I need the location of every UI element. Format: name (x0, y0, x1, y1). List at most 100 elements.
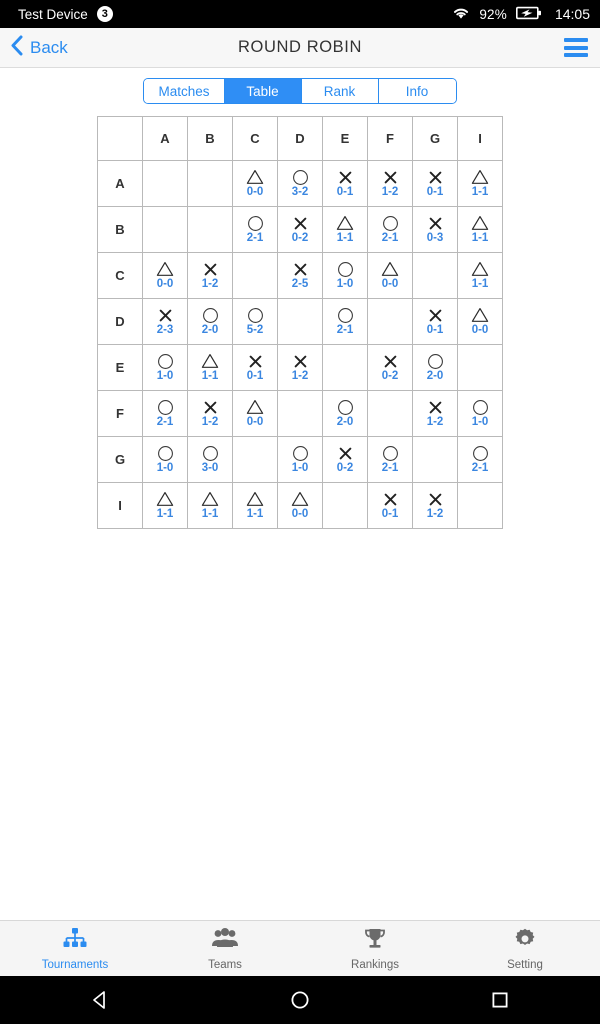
result-cell-f-i[interactable]: 1-0 (457, 390, 503, 437)
result-cell-i-b[interactable]: 1-1 (187, 482, 233, 529)
result-cell-i-d[interactable]: 0-0 (277, 482, 323, 529)
cross-result-icon (338, 169, 353, 186)
result-cell-i-g[interactable]: 1-2 (412, 482, 458, 529)
result-cell-b-d[interactable]: 0-2 (277, 206, 323, 253)
match-score: 1-2 (426, 507, 444, 520)
match-score: 1-1 (471, 185, 489, 198)
result-cell-a-e[interactable]: 0-1 (322, 160, 368, 207)
empty-cell-i-e[interactable] (322, 482, 368, 529)
result-cell-c-d[interactable]: 2-5 (277, 252, 323, 299)
result-cell-e-c[interactable]: 0-1 (232, 344, 278, 391)
result-cell-a-c[interactable]: 0-0 (232, 160, 278, 207)
back-button[interactable]: Back (0, 35, 68, 61)
result-cell-e-d[interactable]: 1-2 (277, 344, 323, 391)
bottom-tab-teams[interactable]: Teams (150, 921, 300, 976)
result-cell-f-e[interactable]: 2-0 (322, 390, 368, 437)
result-cell-i-c[interactable]: 1-1 (232, 482, 278, 529)
diagonal-cell-f-f (367, 390, 413, 437)
result-cell-d-e[interactable]: 2-1 (322, 298, 368, 345)
bottom-tab-label: Tournaments (41, 958, 109, 971)
triangle-result-icon (336, 215, 354, 232)
result-cell-g-b[interactable]: 3-0 (187, 436, 233, 483)
row-header-g: G (97, 436, 143, 483)
result-cell-b-f[interactable]: 2-1 (367, 206, 413, 253)
system-recents-button[interactable] (460, 976, 540, 1024)
empty-cell-c-g[interactable] (412, 252, 458, 299)
circle-result-icon (247, 307, 264, 324)
tab-rank[interactable]: Rank (301, 79, 379, 103)
empty-cell-a-b[interactable] (187, 160, 233, 207)
result-cell-d-i[interactable]: 0-0 (457, 298, 503, 345)
result-cell-e-f[interactable]: 0-2 (367, 344, 413, 391)
match-score: 1-2 (426, 415, 444, 428)
cross-result-icon (383, 491, 398, 508)
match-score: 1-1 (201, 369, 219, 382)
result-cell-b-g[interactable]: 0-3 (412, 206, 458, 253)
empty-cell-e-i[interactable] (457, 344, 503, 391)
result-cell-c-a[interactable]: 0-0 (142, 252, 188, 299)
system-home-button[interactable] (260, 976, 340, 1024)
match-score: 1-1 (246, 507, 264, 520)
tab-table[interactable]: Table (224, 79, 302, 103)
result-cell-e-b[interactable]: 1-1 (187, 344, 233, 391)
result-cell-b-i[interactable]: 1-1 (457, 206, 503, 253)
triangle-result-icon (471, 215, 489, 232)
result-cell-c-e[interactable]: 1-0 (322, 252, 368, 299)
match-score: 1-2 (381, 185, 399, 198)
result-cell-a-f[interactable]: 1-2 (367, 160, 413, 207)
bottom-tab-rankings[interactable]: Rankings (300, 921, 450, 976)
result-cell-b-e[interactable]: 1-1 (322, 206, 368, 253)
result-cell-a-d[interactable]: 3-2 (277, 160, 323, 207)
triangle-result-icon (201, 491, 219, 508)
result-cell-f-b[interactable]: 1-2 (187, 390, 233, 437)
table-row: I 1-1 1-1 1-1 0-0 0-1 1-2 (97, 482, 503, 529)
result-cell-d-a[interactable]: 2-3 (142, 298, 188, 345)
result-cell-c-b[interactable]: 1-2 (187, 252, 233, 299)
result-cell-e-a[interactable]: 1-0 (142, 344, 188, 391)
table-row: F 2-1 1-2 0-0 2-0 1-2 1-0 (97, 390, 503, 437)
result-cell-g-a[interactable]: 1-0 (142, 436, 188, 483)
diagonal-cell-c-c (232, 252, 278, 299)
match-score: 0-0 (156, 277, 174, 290)
bottom-tab-tournaments[interactable]: Tournaments (0, 921, 150, 976)
match-score: 1-0 (291, 461, 309, 474)
result-cell-g-f[interactable]: 2-1 (367, 436, 413, 483)
people-group-icon (211, 927, 239, 956)
cross-result-icon (203, 261, 218, 278)
result-cell-a-i[interactable]: 1-1 (457, 160, 503, 207)
row-header-f: F (97, 390, 143, 437)
result-cell-c-i[interactable]: 1-1 (457, 252, 503, 299)
cross-result-icon (293, 215, 308, 232)
result-cell-g-d[interactable]: 1-0 (277, 436, 323, 483)
result-cell-d-g[interactable]: 0-1 (412, 298, 458, 345)
system-back-button[interactable] (60, 976, 140, 1024)
clock: 14:05 (554, 6, 590, 22)
empty-cell-g-c[interactable] (232, 436, 278, 483)
triangle-result-icon (471, 169, 489, 186)
result-cell-e-g[interactable]: 2-0 (412, 344, 458, 391)
result-cell-f-a[interactable]: 2-1 (142, 390, 188, 437)
match-score: 2-0 (426, 369, 444, 382)
result-cell-a-g[interactable]: 0-1 (412, 160, 458, 207)
tab-info[interactable]: Info (378, 79, 456, 103)
triangle-result-icon (246, 491, 264, 508)
result-cell-d-c[interactable]: 5-2 (232, 298, 278, 345)
tab-matches[interactable]: Matches (144, 79, 225, 103)
bottom-tab-setting[interactable]: Setting (450, 921, 600, 976)
hamburger-menu-icon[interactable] (564, 38, 600, 57)
match-score: 2-1 (156, 415, 174, 428)
result-cell-i-a[interactable]: 1-1 (142, 482, 188, 529)
result-cell-f-g[interactable]: 1-2 (412, 390, 458, 437)
empty-cell-b-a[interactable] (142, 206, 188, 253)
result-cell-g-i[interactable]: 2-1 (457, 436, 503, 483)
column-header-f: F (367, 116, 413, 161)
result-cell-i-f[interactable]: 0-1 (367, 482, 413, 529)
result-cell-g-e[interactable]: 0-2 (322, 436, 368, 483)
result-cell-d-b[interactable]: 2-0 (187, 298, 233, 345)
result-cell-c-f[interactable]: 0-0 (367, 252, 413, 299)
result-cell-b-c[interactable]: 2-1 (232, 206, 278, 253)
empty-cell-f-d[interactable] (277, 390, 323, 437)
result-cell-f-c[interactable]: 0-0 (232, 390, 278, 437)
table-row: C 0-0 1-2 2-5 1-0 0-0 1-1 (97, 252, 503, 299)
empty-cell-d-f[interactable] (367, 298, 413, 345)
